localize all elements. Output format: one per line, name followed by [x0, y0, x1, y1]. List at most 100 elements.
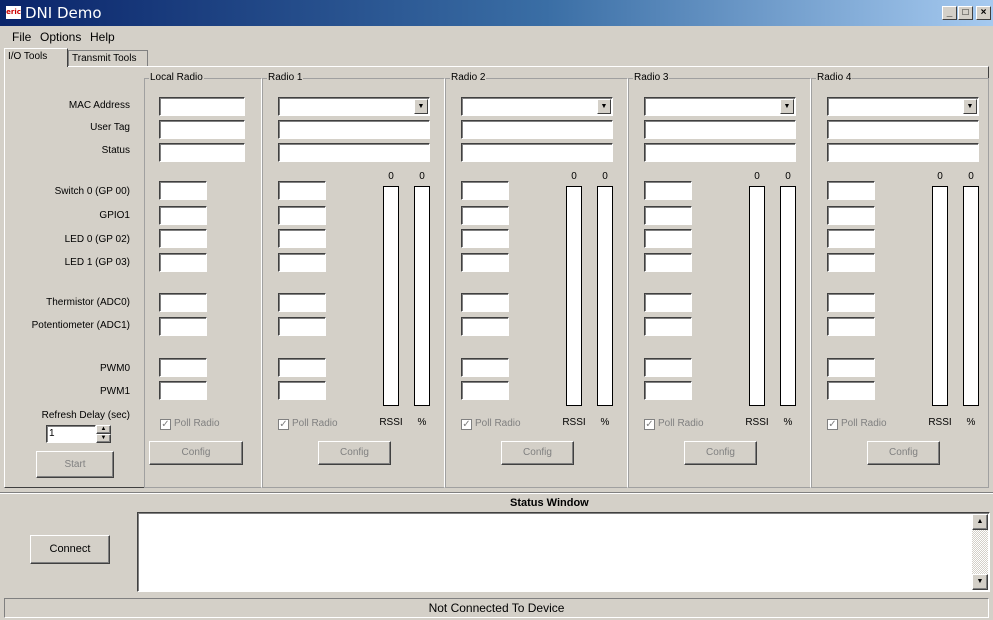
scroll-down-icon[interactable]: ▼ [972, 574, 988, 590]
radio-2-led1-field[interactable] [461, 253, 509, 272]
chevron-down-icon[interactable]: ▼ [963, 99, 977, 114]
radio-2-status-field[interactable] [461, 143, 613, 162]
tab-transmit-tools[interactable]: Transmit Tools [68, 50, 148, 66]
radio-1-rssi-label: RSSI [379, 417, 403, 428]
radio-4-status-field[interactable] [827, 143, 979, 162]
radio-3-switch0-field[interactable] [644, 181, 692, 200]
radio-3-gpio1-field[interactable] [644, 206, 692, 225]
radio-2-thermistor-field[interactable] [461, 293, 509, 312]
local-pwm0-field[interactable] [159, 358, 207, 377]
radio-3-pwm0-field[interactable] [644, 358, 692, 377]
radio-2-usertag-field[interactable] [461, 120, 613, 139]
radio-3-title: Radio 3 [633, 72, 670, 84]
local-config-button[interactable]: Config [149, 441, 243, 465]
radio-4-gpio1-field[interactable] [827, 206, 875, 225]
radio-1-led0-field[interactable] [278, 229, 326, 248]
radio-3-thermistor-field[interactable] [644, 293, 692, 312]
radio-1-mac-select[interactable]: ▼ [278, 97, 430, 116]
radio-1-pwm1-field[interactable] [278, 381, 326, 400]
radio-2-potentiometer-field[interactable] [461, 317, 509, 336]
radio-3-poll-checkbox[interactable]: ✓ [644, 419, 655, 430]
radio-1-status-field[interactable] [278, 143, 430, 162]
radio-1-config-button[interactable]: Config [318, 441, 391, 465]
radio-2-led0-field[interactable] [461, 229, 509, 248]
refresh-delay-input[interactable]: 1 [46, 425, 96, 443]
maximize-button[interactable]: □ [958, 6, 973, 20]
local-thermistor-field[interactable] [159, 293, 207, 312]
radio-4-mac-select[interactable]: ▼ [827, 97, 979, 116]
local-usertag-field[interactable] [159, 120, 245, 139]
radio-1-pwm0-field[interactable] [278, 358, 326, 377]
radio-1-usertag-field[interactable] [278, 120, 430, 139]
radio-4-rssi-label: RSSI [928, 417, 952, 428]
radio-3-rssi-bar [749, 186, 765, 406]
radio-1-potentiometer-field[interactable] [278, 317, 326, 336]
minimize-button[interactable]: _ [942, 6, 957, 20]
radio-2-rssi-bar [566, 186, 582, 406]
tab-io-tools[interactable]: I/O Tools [4, 48, 68, 67]
radio-1-thermistor-field[interactable] [278, 293, 326, 312]
radio-1-gpio1-field[interactable] [278, 206, 326, 225]
start-button[interactable]: Start [36, 451, 114, 478]
radio-2-poll-checkbox[interactable]: ✓ [461, 419, 472, 430]
local-poll-checkbox[interactable]: ✓ [160, 419, 171, 430]
local-led1-field[interactable] [159, 253, 207, 272]
radio-3-led1-field[interactable] [644, 253, 692, 272]
radio-4-potentiometer-field[interactable] [827, 317, 875, 336]
radio-4-config-button[interactable]: Config [867, 441, 940, 465]
radio-4-poll-checkbox[interactable]: ✓ [827, 419, 838, 430]
gpio1-label: GPIO1 [99, 210, 130, 221]
status-window-textarea[interactable]: ▲ ▼ [137, 512, 990, 592]
radio-3-potentiometer-field[interactable] [644, 317, 692, 336]
radio-2-pct-bar [597, 186, 613, 406]
spin-up-icon[interactable]: ▲ [96, 425, 111, 434]
radio-2-mac-select[interactable]: ▼ [461, 97, 613, 116]
menu-file[interactable]: File [12, 30, 31, 44]
chevron-down-icon[interactable]: ▼ [597, 99, 611, 114]
radio-2-config-button[interactable]: Config [501, 441, 574, 465]
radio-2-pwm0-field[interactable] [461, 358, 509, 377]
pwm1-label: PWM1 [100, 386, 130, 397]
radio-1-led1-field[interactable] [278, 253, 326, 272]
radio-4-usertag-field[interactable] [827, 120, 979, 139]
radio-4-pwm1-field[interactable] [827, 381, 875, 400]
radio-3-led0-field[interactable] [644, 229, 692, 248]
radio-3-usertag-field[interactable] [644, 120, 796, 139]
radio-4-led1-field[interactable] [827, 253, 875, 272]
local-led0-field[interactable] [159, 229, 207, 248]
scroll-up-icon[interactable]: ▲ [972, 514, 988, 530]
radio-1-switch0-field[interactable] [278, 181, 326, 200]
local-pwm1-field[interactable] [159, 381, 207, 400]
chevron-down-icon[interactable]: ▼ [414, 99, 428, 114]
local-status-field[interactable] [159, 143, 245, 162]
radio-4-pwm0-field[interactable] [827, 358, 875, 377]
status-window-title: Status Window [510, 497, 589, 509]
menu-options[interactable]: Options [40, 30, 81, 44]
radio-2-pwm1-field[interactable] [461, 381, 509, 400]
radio-4-led0-field[interactable] [827, 229, 875, 248]
radio-4-thermistor-field[interactable] [827, 293, 875, 312]
local-switch0-field[interactable] [159, 181, 207, 200]
radio-2-switch0-field[interactable] [461, 181, 509, 200]
menu-help[interactable]: Help [90, 30, 115, 44]
radio-3-group: Radio 3 ▼ 0 0 RSSI % ✓ Poll Radio Config [628, 72, 811, 488]
radio-3-config-button[interactable]: Config [684, 441, 757, 465]
radio-2-gpio1-field[interactable] [461, 206, 509, 225]
radio-2-title: Radio 2 [450, 72, 487, 84]
radio-1-title: Radio 1 [267, 72, 304, 84]
local-gpio1-field[interactable] [159, 206, 207, 225]
close-button[interactable]: × [976, 6, 991, 20]
radio-4-switch0-field[interactable] [827, 181, 875, 200]
spin-down-icon[interactable]: ▼ [96, 434, 111, 443]
radio-1-rssi-bar [383, 186, 399, 406]
radio-1-poll-checkbox[interactable]: ✓ [278, 419, 289, 430]
radio-3-pwm1-field[interactable] [644, 381, 692, 400]
local-mac-field[interactable] [159, 97, 245, 116]
chevron-down-icon[interactable]: ▼ [780, 99, 794, 114]
switch0-label: Switch 0 (GP 00) [54, 186, 130, 197]
radio-3-rssi-label: RSSI [745, 417, 769, 428]
radio-3-mac-select[interactable]: ▼ [644, 97, 796, 116]
local-potentiometer-field[interactable] [159, 317, 207, 336]
connect-button[interactable]: Connect [30, 535, 110, 564]
radio-3-status-field[interactable] [644, 143, 796, 162]
